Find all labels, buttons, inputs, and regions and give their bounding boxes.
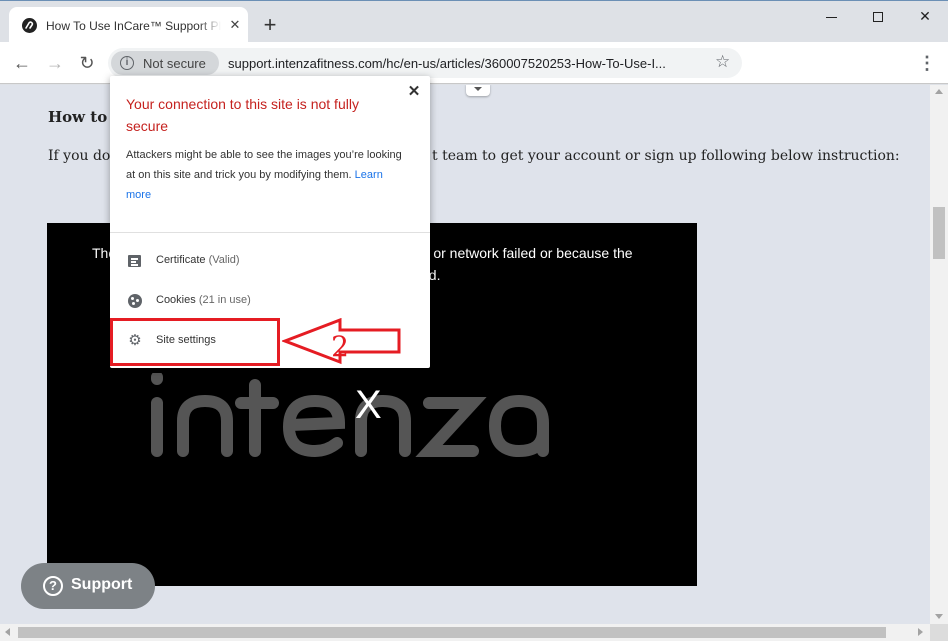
maximize-icon	[873, 12, 883, 23]
cookies-label-text: Cookies	[156, 294, 196, 306]
security-label: Not secure	[143, 56, 206, 71]
certificate-status: (Valid)	[208, 254, 240, 266]
vertical-scroll-thumb[interactable]	[933, 207, 945, 259]
address-bar[interactable]: i Not secure support.intenzafitness.com/…	[108, 48, 742, 78]
cookies-label: Cookies (21 in use)	[156, 294, 251, 306]
chevron-down-icon[interactable]	[466, 85, 490, 96]
kebab-menu-icon[interactable]: ⋮	[918, 53, 936, 73]
site-info-button[interactable]: i Not secure	[111, 51, 219, 75]
minimize-icon	[825, 16, 837, 18]
question-icon: ?	[43, 576, 63, 596]
annotation-number: 2	[331, 330, 349, 363]
tab-close-icon[interactable]: ✕	[227, 17, 243, 33]
tab-strip: How To Use InCare™ Support Pla ✕ + ✕	[0, 0, 948, 43]
certificate-label: Certificate (Valid)	[156, 254, 240, 266]
back-button[interactable]: ←	[10, 51, 34, 75]
vertical-scrollbar[interactable]	[930, 85, 948, 624]
tab-title-fade	[199, 15, 221, 35]
new-tab-button[interactable]: +	[259, 14, 281, 36]
scroll-left-icon[interactable]	[5, 628, 10, 636]
horizontal-scrollbar[interactable]	[0, 624, 930, 641]
popup-description: Attackers might be able to see the image…	[126, 145, 406, 205]
close-icon[interactable]: ✕	[404, 82, 424, 102]
support-label: Support	[71, 576, 133, 593]
certificate-icon	[126, 252, 144, 270]
cookie-icon	[126, 292, 144, 310]
certificate-label-text: Certificate	[156, 254, 206, 266]
popup-divider	[110, 232, 430, 233]
maximize-button[interactable]	[855, 5, 901, 27]
article-text-start: If you dor	[48, 148, 118, 164]
tab-active[interactable]: How To Use InCare™ Support Pla ✕	[9, 7, 248, 43]
minimize-button[interactable]	[808, 5, 854, 27]
video-close-icon[interactable]: X	[355, 383, 382, 428]
intenza-watermark-logo	[151, 373, 549, 458]
scroll-right-icon[interactable]	[918, 628, 923, 636]
browser-window: { "browser": { "tab_title": "How To Use …	[0, 0, 948, 641]
scrollbar-corner	[930, 624, 948, 641]
cookies-row[interactable]: Cookies (21 in use)	[110, 283, 430, 319]
annotation-arrow: 2	[282, 318, 401, 365]
star-icon[interactable]: ☆	[715, 52, 730, 72]
info-icon: i	[120, 56, 134, 70]
certificate-row[interactable]: Certificate (Valid)	[110, 243, 430, 279]
close-window-button[interactable]: ✕	[902, 5, 948, 27]
intenza-logo-icon	[22, 18, 37, 33]
forward-button[interactable]: →	[43, 51, 67, 75]
horizontal-scroll-thumb[interactable]	[18, 627, 886, 638]
cookies-count: (21 in use)	[198, 294, 251, 306]
url-text[interactable]: support.intenzafitness.com/hc/en-us/arti…	[228, 56, 706, 71]
article-text-end: t team to get your account or sign up fo…	[432, 148, 900, 164]
scroll-up-icon[interactable]	[935, 89, 943, 94]
reload-button[interactable]: ↻	[75, 51, 99, 75]
popup-title: Your connection to this site is not full…	[126, 96, 359, 134]
video-error-text-line1: ver or network failed or because the	[410, 245, 633, 261]
support-button[interactable]: ? Support	[21, 563, 155, 609]
annotation-highlight-box	[110, 318, 280, 366]
scroll-down-icon[interactable]	[935, 614, 943, 619]
tab-title: How To Use InCare™ Support Pla	[46, 19, 221, 33]
